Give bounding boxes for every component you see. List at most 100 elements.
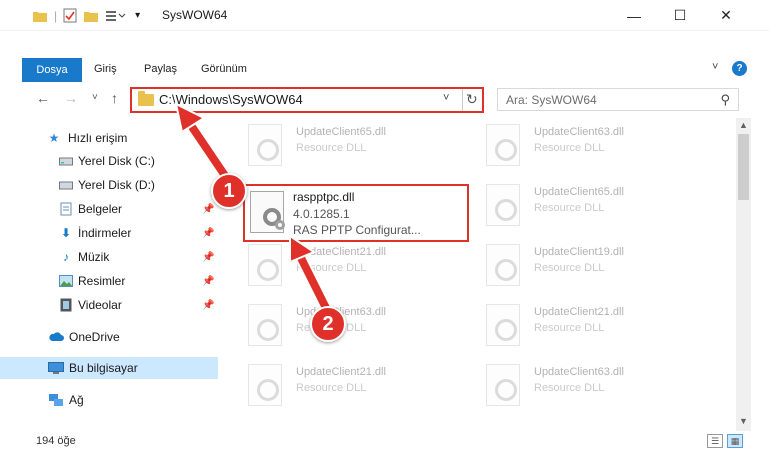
dll-file-icon bbox=[486, 244, 520, 286]
file-name: UpdateClient65.dll bbox=[296, 126, 386, 138]
sidebar-item-local-disk-d[interactable]: Yerel Disk (D:) bbox=[0, 174, 218, 196]
file-item[interactable]: UpdateClient63.dll Resource DLL bbox=[246, 302, 482, 352]
file-item[interactable]: UpdateClient19.dll Resource DLL bbox=[484, 242, 720, 292]
pin-icon[interactable]: 📌 bbox=[202, 300, 214, 311]
pin-icon[interactable]: 📌 bbox=[202, 228, 214, 239]
dll-file-icon bbox=[486, 184, 520, 226]
pin-icon[interactable]: 📌 bbox=[202, 276, 214, 287]
refresh-icon[interactable]: ↻ bbox=[466, 91, 478, 108]
help-button[interactable]: ? bbox=[732, 61, 747, 76]
sidebar-item-network[interactable]: Ağ bbox=[0, 389, 218, 411]
maximize-button[interactable]: ☐ bbox=[657, 0, 703, 31]
sidebar-item-label: Resimler bbox=[78, 274, 126, 288]
dll-file-icon bbox=[248, 304, 282, 346]
properties-icon[interactable] bbox=[63, 8, 77, 23]
gear-icon bbox=[275, 220, 285, 230]
pin-icon[interactable]: 📌 bbox=[202, 204, 214, 215]
file-item[interactable]: UpdateClient65.dll Resource DLL bbox=[484, 182, 720, 232]
new-folder-icon[interactable] bbox=[83, 9, 99, 23]
file-item[interactable]: UpdateClient65.dll Resource DLL bbox=[246, 122, 482, 172]
cloud-icon bbox=[48, 330, 64, 344]
file-name: UpdateClient63.dll bbox=[534, 126, 624, 138]
dll-file-icon bbox=[250, 191, 285, 233]
sidebar-item-label: Yerel Disk (C:) bbox=[78, 154, 155, 168]
tab-share[interactable]: Paylaş bbox=[144, 63, 177, 75]
sidebar-item-label: Hızlı erişim bbox=[68, 131, 128, 145]
details-view-icon[interactable]: ☰ bbox=[707, 434, 723, 448]
folder-icon bbox=[138, 91, 154, 106]
file-item[interactable]: UpdateClient63.dll Resource DLL bbox=[484, 122, 720, 172]
status-bar: 194 öğe bbox=[0, 431, 769, 453]
file-name: UpdateClient19.dll bbox=[534, 246, 624, 258]
window-title: SysWOW64 bbox=[162, 8, 228, 22]
sidebar-item-quick-access[interactable]: ★ Hızlı erişim bbox=[0, 127, 218, 149]
file-name: UpdateClient21.dll bbox=[296, 246, 386, 258]
up-button[interactable]: ↑ bbox=[111, 90, 118, 106]
sidebar-item-this-pc[interactable]: Bu bilgisayar bbox=[0, 357, 218, 379]
dll-file-icon bbox=[248, 124, 282, 166]
file-list: UpdateClient65.dll Resource DLL UpdateCl… bbox=[222, 116, 734, 431]
pin-icon[interactable]: 📌 bbox=[202, 252, 214, 263]
sidebar-item-music[interactable]: ♪ Müzik 📌 bbox=[0, 246, 218, 268]
large-icons-view-icon[interactable]: ▦ bbox=[727, 434, 743, 448]
scroll-thumb[interactable] bbox=[738, 134, 749, 200]
item-count: 194 öğe bbox=[36, 435, 76, 447]
address-bar[interactable]: C:\Windows\SysWOW64 ˅ ↻ bbox=[130, 87, 484, 113]
sidebar-item-onedrive[interactable]: OneDrive bbox=[0, 326, 218, 348]
address-dropdown-icon[interactable]: ˅ bbox=[443, 92, 449, 104]
star-icon: ★ bbox=[48, 131, 60, 145]
tab-home[interactable]: Giriş bbox=[94, 63, 117, 75]
file-item[interactable]: UpdateClient21.dll Resource DLL bbox=[484, 302, 720, 352]
computer-icon bbox=[48, 361, 64, 375]
dll-file-icon bbox=[248, 364, 282, 406]
ribbon-expand-icon[interactable]: ˅ bbox=[712, 61, 718, 73]
network-icon bbox=[48, 393, 64, 407]
tab-file[interactable]: Dosya bbox=[22, 58, 82, 82]
dll-file-icon bbox=[486, 304, 520, 346]
vertical-scrollbar[interactable]: ▲ ▼ bbox=[736, 118, 751, 431]
sidebar-item-videos[interactable]: Videolar 📌 bbox=[0, 294, 218, 316]
file-version: 4.0.1285.1 bbox=[293, 207, 350, 221]
quick-access-toolbar: | ▾ bbox=[32, 8, 140, 23]
sidebar-item-documents[interactable]: Belgeler 📌 bbox=[0, 198, 218, 220]
minimize-button[interactable]: — bbox=[611, 0, 657, 31]
file-description: Resource DLL bbox=[534, 382, 605, 394]
search-box[interactable]: Ara: SysWOW64 ⚲ bbox=[497, 88, 739, 111]
tab-view[interactable]: Görünüm bbox=[201, 63, 247, 75]
scroll-up-icon[interactable]: ▲ bbox=[739, 120, 748, 130]
file-description: Resource DLL bbox=[296, 382, 367, 394]
toolbar-dropdown-icon[interactable]: ▾ bbox=[135, 10, 140, 21]
file-item[interactable]: UpdateClient21.dll Resource DLL bbox=[246, 242, 482, 292]
file-name: UpdateClient63.dll bbox=[534, 366, 624, 378]
search-placeholder: Ara: SysWOW64 bbox=[506, 93, 597, 107]
file-item-raspptpc[interactable]: raspptpc.dll 4.0.1285.1 RAS PPTP Configu… bbox=[243, 184, 469, 242]
sidebar-item-local-disk-c[interactable]: Yerel Disk (C:) bbox=[0, 150, 218, 172]
scroll-down-icon[interactable]: ▼ bbox=[739, 416, 748, 426]
dll-file-icon bbox=[486, 124, 520, 166]
back-button[interactable]: ← bbox=[36, 90, 50, 106]
forward-button[interactable]: → bbox=[64, 90, 78, 106]
drive-icon bbox=[58, 178, 74, 192]
video-icon bbox=[58, 298, 74, 312]
file-description: Resource DLL bbox=[534, 142, 605, 154]
navigation-pane: ★ Hızlı erişim Yerel Disk (C:) Yerel Dis… bbox=[0, 120, 218, 425]
recent-locations-button[interactable]: ˅ bbox=[92, 92, 98, 103]
dll-file-icon bbox=[248, 244, 282, 286]
file-name: raspptpc.dll bbox=[293, 190, 355, 204]
step-badge-1: 1 bbox=[211, 173, 247, 209]
sidebar-item-label: Müzik bbox=[78, 250, 110, 264]
close-button[interactable]: ✕ bbox=[703, 0, 749, 31]
file-item[interactable]: UpdateClient21.dll Resource DLL bbox=[246, 362, 482, 412]
sidebar-item-label: Yerel Disk (D:) bbox=[78, 178, 155, 192]
sidebar-item-label: Videolar bbox=[78, 298, 122, 312]
file-item[interactable]: UpdateClient63.dll Resource DLL bbox=[484, 362, 720, 412]
search-icon[interactable]: ⚲ bbox=[720, 92, 730, 108]
file-description: RAS PPTP Configurat... bbox=[293, 223, 421, 237]
separator bbox=[462, 89, 463, 111]
file-name: UpdateClient21.dll bbox=[534, 306, 624, 318]
sidebar-item-label: Bu bilgisayar bbox=[69, 361, 138, 375]
music-icon: ♪ bbox=[63, 250, 69, 264]
sidebar-item-pictures[interactable]: Resimler 📌 bbox=[0, 270, 218, 292]
customize-toolbar-icon[interactable] bbox=[105, 10, 129, 22]
sidebar-item-downloads[interactable]: ⬇ İndirmeler 📌 bbox=[0, 222, 218, 244]
